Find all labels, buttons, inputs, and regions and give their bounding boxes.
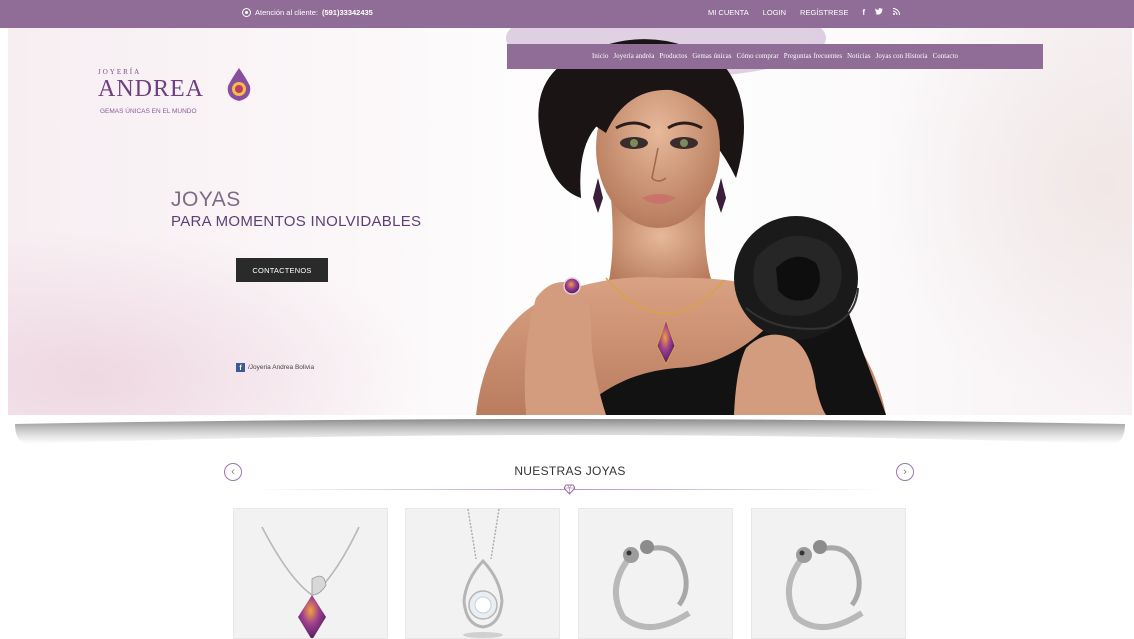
hero-banner: JOYERÍA ANDREA GEMAS ÚNICAS EN EL MUNDO … [8, 28, 1132, 415]
logo-name: ANDREA [98, 76, 204, 102]
nav-item-inicio[interactable]: Inicio [592, 53, 608, 60]
nav-item-contacto[interactable]: Contacto [933, 53, 958, 60]
section-title: NUESTRAS JOYAS [514, 464, 626, 478]
product-card[interactable] [578, 508, 733, 639]
customer-support: Atención al cliente: (591)33342435 [242, 8, 373, 17]
hero-watercolor [8, 228, 428, 415]
rss-icon[interactable] [892, 8, 901, 17]
facebook-page-link[interactable]: f /Joyeria Andrea Bolivia [236, 363, 314, 372]
support-label: Atención al cliente: [255, 8, 318, 17]
diamond-pendant-image [462, 509, 504, 638]
bangle-bracelet-image [786, 540, 864, 631]
product-card[interactable] [233, 508, 388, 639]
nav-item-como-comprar[interactable]: Cómo comprar [737, 53, 779, 60]
diamond-icon [564, 484, 575, 495]
amethyst-pendant-image [261, 526, 360, 638]
product-card[interactable] [751, 508, 906, 639]
page: Atención al cliente: (591)33342435 MI CU… [0, 0, 1134, 639]
hero-title: JOYAS [171, 188, 241, 211]
contact-button[interactable]: CONTACTENOS [236, 258, 328, 282]
facebook-icon: f [236, 363, 245, 372]
nav-item-joyeria-andrea[interactable]: Joyería andréa [613, 53, 654, 60]
register-link[interactable]: REGÍSTRESE [800, 8, 848, 17]
account-links: MI CUENTA LOGIN REGÍSTRESE f [708, 8, 901, 17]
headset-icon [242, 8, 251, 17]
nav-item-preguntas-frecuentes[interactable]: Preguntas frecuentes [784, 53, 842, 60]
nav-item-gemas-unicas[interactable]: Gemas únicas [692, 53, 731, 60]
hero-shadow [15, 419, 1125, 444]
top-bar: Atención al cliente: (591)33342435 MI CU… [0, 0, 1134, 28]
gem-logo-icon [227, 68, 251, 101]
nav-item-productos[interactable]: Productos [659, 53, 687, 60]
facebook-page-label: /Joyeria Andrea Bolivia [248, 364, 315, 371]
login-link[interactable]: LOGIN [763, 8, 786, 17]
logo[interactable]: JOYERÍA ANDREA GEMAS ÚNICAS EN EL MUNDO [98, 68, 258, 118]
nav-item-noticias[interactable]: Noticias [847, 53, 870, 60]
logo-tagline: GEMAS ÚNICAS EN EL MUNDO [100, 108, 197, 115]
social-links: f [862, 8, 901, 17]
chevron-right-icon[interactable]: › [896, 463, 914, 481]
product-card[interactable] [405, 508, 560, 639]
my-account-link[interactable]: MI CUENTA [708, 8, 749, 17]
main-nav: Inicio Joyería andréa Productos Gemas ún… [507, 44, 1043, 69]
chevron-left-icon[interactable]: ‹ [224, 463, 242, 481]
bangle-bracelet-image [613, 540, 691, 631]
facebook-icon[interactable]: f [862, 8, 865, 17]
model-photo [476, 28, 886, 415]
support-phone: (591)33342435 [321, 8, 373, 17]
logo-top-text: JOYERÍA [98, 68, 142, 76]
twitter-icon[interactable] [875, 8, 884, 17]
nav-item-joyas-con-historia[interactable]: Joyas con Historia [876, 53, 928, 60]
hero-subtitle: PARA MOMENTOS INOLVIDABLES [171, 213, 422, 230]
